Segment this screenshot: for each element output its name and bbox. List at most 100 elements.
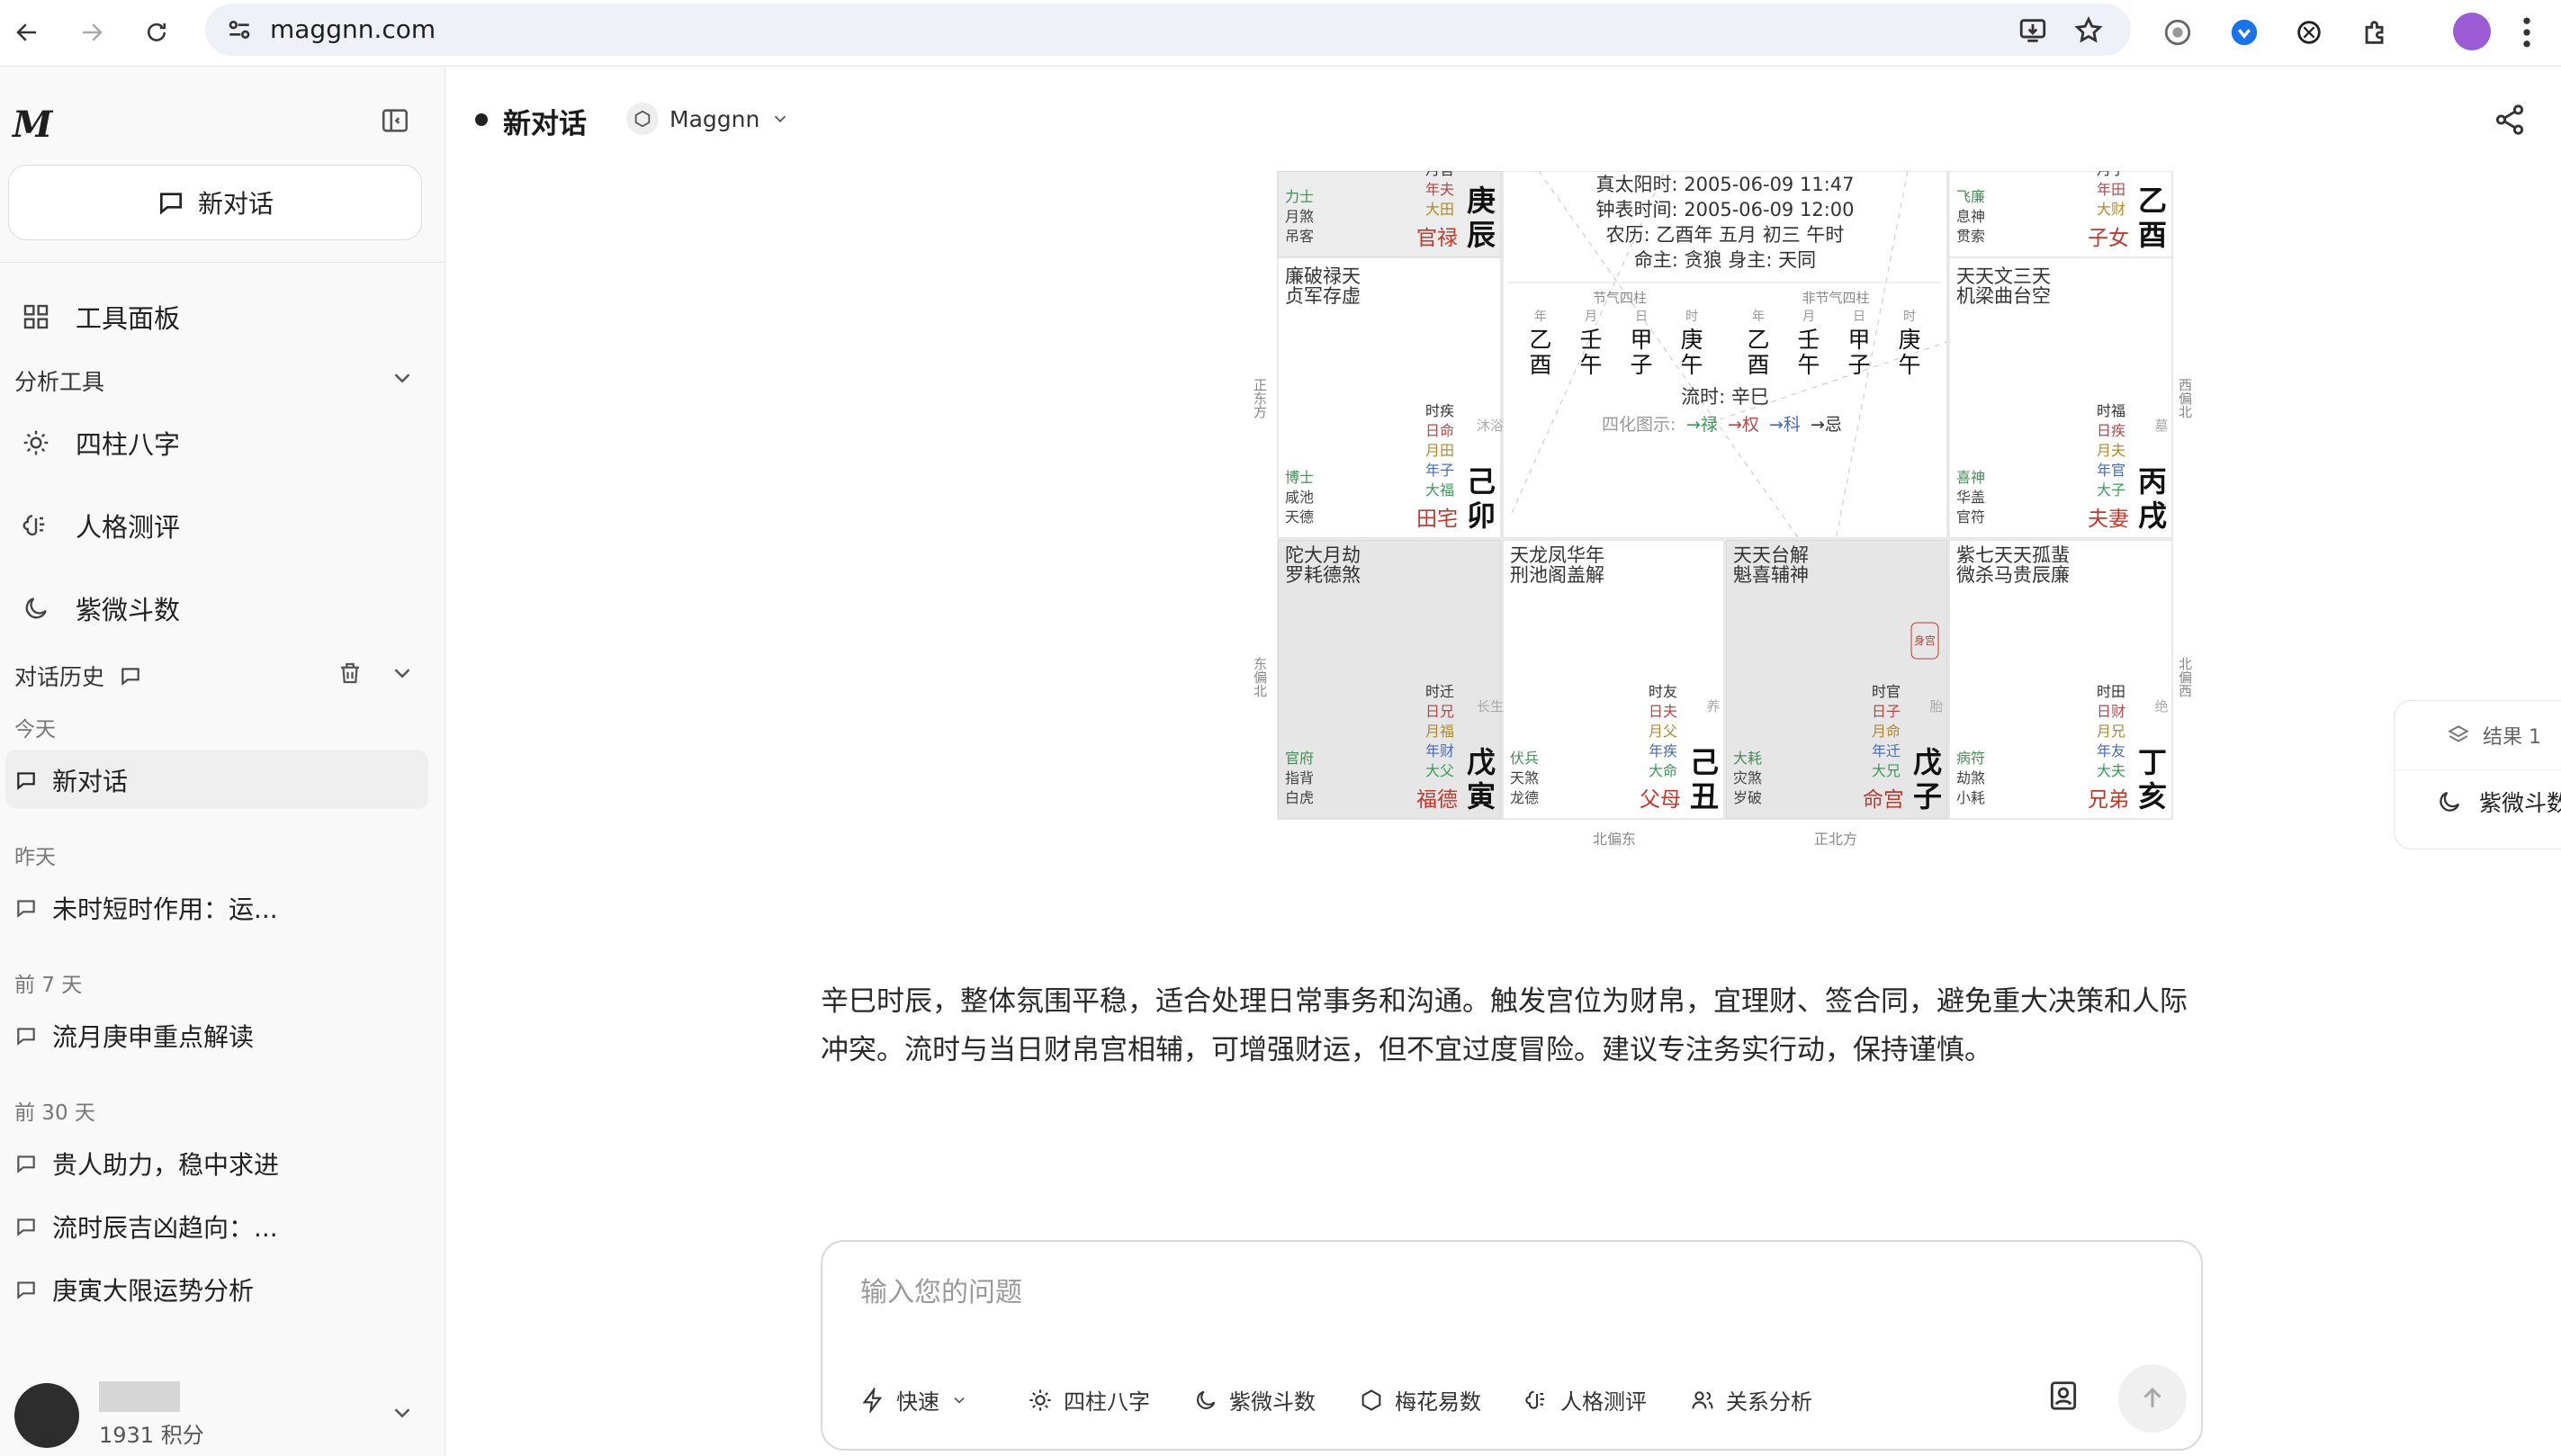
palace-name: 命宫 — [1863, 788, 1904, 812]
sidebar-item-tools-panel[interactable]: 工具面板 — [22, 298, 180, 336]
bookmark-star-icon[interactable] — [2073, 15, 2104, 49]
extension-icon[interactable] — [2158, 13, 2197, 52]
palace-name: 子女 — [2088, 227, 2129, 250]
browser-menu-icon[interactable] — [2520, 13, 2534, 56]
history-item[interactable]: 庚寅大限运势分析 — [14, 1272, 254, 1308]
palace-mark: 年夫 — [1425, 181, 1454, 198]
reload-icon[interactable] — [137, 13, 176, 52]
palace-branch: 亥 — [2138, 779, 2167, 813]
chat-bubble-icon — [17, 900, 35, 918]
site-settings-icon[interactable] — [225, 15, 254, 48]
pillar-col-label: 年 — [1752, 310, 1765, 324]
user-points: 1931 积分 — [99, 1423, 204, 1448]
palace-mark: 年子 — [1425, 462, 1454, 479]
palace-mark: 大财 — [2097, 201, 2125, 218]
model-selector[interactable]: Maggnn — [626, 103, 790, 135]
chevron-down-icon[interactable] — [389, 364, 416, 395]
sun-icon — [23, 430, 49, 455]
chevron-down-icon[interactable] — [389, 660, 416, 690]
palace-god: 大耗 — [1733, 750, 1762, 767]
palace-god: 月煞 — [1285, 208, 1314, 225]
palace-mark: 日夫 — [1649, 703, 1677, 720]
palace-mark: 年友 — [2097, 742, 2125, 759]
openai-extension-icon[interactable] — [2289, 13, 2329, 52]
palace-branch: 戌 — [2138, 499, 2167, 533]
palace-mark: 月官 — [1425, 171, 1454, 178]
app-logo[interactable]: M — [13, 103, 52, 146]
new-chat-button[interactable]: 新对话 — [8, 165, 422, 240]
contact-card-icon[interactable] — [2046, 1379, 2080, 1416]
pillar-stem: 壬 — [1797, 327, 1820, 353]
palace-sub-stars: 罗耗德煞 — [1285, 564, 1361, 586]
tool-bazi[interactable]: 四柱八字 — [1028, 1384, 1150, 1416]
install-app-icon[interactable] — [2017, 15, 2048, 49]
tool-ziwei[interactable]: 紫微斗数 — [1193, 1384, 1316, 1416]
puzzle-icon[interactable] — [2356, 13, 2395, 52]
palace-god: 贯索 — [1956, 228, 1985, 245]
palace-sub-stars: 贞军存虚 — [1285, 285, 1361, 307]
tool-meihua[interactable]: 梅花易数 — [1359, 1384, 1481, 1416]
pillar-col-label: 时 — [1685, 310, 1698, 324]
history-item-label: 未时短时作用：运... — [52, 894, 278, 924]
pillar-col-label: 年 — [1534, 310, 1547, 324]
palace-stem: 庚 — [1467, 184, 1496, 218]
grid-icon — [23, 304, 49, 329]
palace-stem: 己 — [1690, 745, 1719, 779]
trash-icon[interactable] — [337, 660, 364, 690]
direction-zhengbei: 正北方 — [1814, 831, 1857, 848]
history-item[interactable]: 流时辰吉凶趋向：... — [14, 1209, 278, 1245]
jieqi-label: 节气四柱 — [1593, 290, 1647, 306]
shield-extension-icon[interactable] — [2224, 13, 2264, 52]
palace-mark: 年官 — [2097, 462, 2125, 479]
direction-beipiandong: 北偏东 — [1593, 831, 1636, 848]
sidebar-item-personality[interactable]: 人格测评 — [22, 507, 180, 544]
sidebar-item-ziwei[interactable]: 紫微斗数 — [22, 589, 180, 627]
ziwei-chart: 真太阳时: 2005-06-09 11:47 钟表时间: 2005-06-09 … — [1242, 171, 2196, 864]
history-item[interactable]: 新对话 — [14, 762, 128, 798]
tool-personality[interactable]: 人格测评 — [1524, 1384, 1647, 1416]
palace-mark: 大田 — [1425, 201, 1454, 218]
palace-stem: 丁 — [2138, 745, 2167, 779]
pillar-branch: 午 — [1680, 352, 1703, 378]
palace-main-stars: 紫七天天孤蜚 — [1956, 544, 2070, 566]
history-item[interactable]: 未时短时作用：运... — [14, 890, 278, 926]
forward-icon[interactable] — [72, 13, 112, 52]
profile-avatar[interactable] — [2453, 13, 2491, 50]
palace-branch: 子 — [1913, 779, 1942, 813]
palace-mark: 日命 — [1425, 422, 1454, 439]
send-button[interactable] — [2118, 1364, 2187, 1433]
palace-sub-stars: 刑池阁盖解 — [1510, 564, 1604, 586]
palace-god: 病符 — [1956, 750, 1985, 767]
date-group-yesterday: 昨天 — [14, 846, 56, 869]
brain-icon — [22, 515, 45, 536]
mode-selector[interactable]: 快速 — [860, 1384, 968, 1416]
palace-mark: 大子 — [2097, 481, 2125, 499]
history-item[interactable]: 流月庚申重点解读 — [14, 1018, 254, 1054]
chevron-down-icon[interactable] — [389, 1399, 416, 1430]
moon-icon — [25, 598, 47, 619]
results-count[interactable]: 结果 1 — [2447, 721, 2541, 750]
sihua-label: 四化图示: — [1602, 415, 1676, 435]
results-panel[interactable]: 结果 1 紫微斗数 — [2394, 700, 2561, 849]
palace-branch: 酉 — [2138, 218, 2167, 252]
result-item-ziwei[interactable]: 紫微斗数 — [2436, 786, 2561, 818]
moon-icon — [2440, 791, 2460, 812]
tools-panel-label: 工具面板 — [76, 303, 181, 334]
share-icon[interactable] — [2493, 103, 2527, 140]
date-group-30days: 前 30 天 — [14, 1101, 95, 1125]
page-title: 新对话 — [503, 108, 587, 140]
history-item[interactable]: 贵人助力，稳中求进 — [14, 1146, 279, 1182]
pillar-col-label: 日 — [1853, 310, 1865, 324]
direction-dongpianbei: 东偏北 — [1252, 657, 1268, 697]
palace-sub-stars: 魁喜辅神 — [1733, 564, 1809, 586]
tool-meihua-label: 梅花易数 — [1395, 1389, 1481, 1415]
url-text[interactable]: maggnn.com — [270, 14, 436, 44]
sidebar-item-bazi[interactable]: 四柱八字 — [22, 424, 180, 462]
user-avatar[interactable] — [14, 1383, 79, 1448]
palace-stage: 绝 — [2154, 698, 2168, 715]
address-bar[interactable]: maggnn.com — [205, 4, 2131, 56]
tool-relation[interactable]: 关系分析 — [1690, 1384, 1812, 1416]
sidebar-toggle-icon[interactable] — [380, 105, 410, 139]
back-icon[interactable] — [7, 13, 47, 52]
question-input[interactable] — [858, 1265, 2118, 1319]
